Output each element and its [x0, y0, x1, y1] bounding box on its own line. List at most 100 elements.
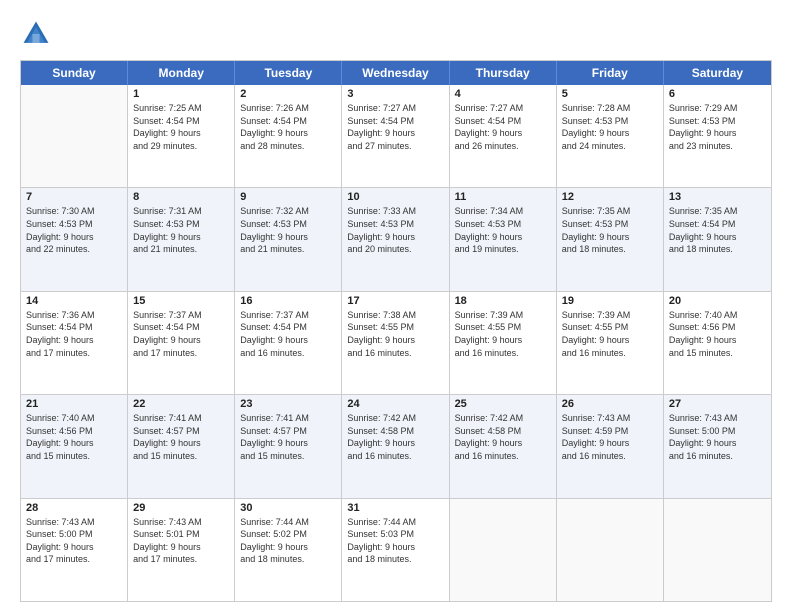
- day-info: Sunrise: 7:38 AM Sunset: 4:55 PM Dayligh…: [347, 309, 443, 359]
- day-number: 29: [133, 502, 229, 514]
- day-info: Sunrise: 7:32 AM Sunset: 4:53 PM Dayligh…: [240, 205, 336, 255]
- header-cell-thursday: Thursday: [450, 61, 557, 85]
- day-info: Sunrise: 7:26 AM Sunset: 4:54 PM Dayligh…: [240, 102, 336, 152]
- day-info: Sunrise: 7:40 AM Sunset: 4:56 PM Dayligh…: [669, 309, 766, 359]
- calendar-cell: 28 Sunrise: 7:43 AM Sunset: 5:00 PM Dayli…: [21, 499, 128, 601]
- calendar-cell: 15 Sunrise: 7:37 AM Sunset: 4:54 PM Dayli…: [128, 292, 235, 394]
- day-number: 31: [347, 502, 443, 514]
- day-info: Sunrise: 7:43 AM Sunset: 4:59 PM Dayligh…: [562, 412, 658, 462]
- day-info: Sunrise: 7:33 AM Sunset: 4:53 PM Dayligh…: [347, 205, 443, 255]
- day-info: Sunrise: 7:43 AM Sunset: 5:00 PM Dayligh…: [26, 516, 122, 566]
- calendar-cell: 5 Sunrise: 7:28 AM Sunset: 4:53 PM Daylig…: [557, 85, 664, 187]
- day-number: 10: [347, 191, 443, 203]
- logo-icon: [20, 18, 52, 50]
- calendar-cell: 30 Sunrise: 7:44 AM Sunset: 5:02 PM Dayli…: [235, 499, 342, 601]
- header-cell-tuesday: Tuesday: [235, 61, 342, 85]
- calendar-cell: 19 Sunrise: 7:39 AM Sunset: 4:55 PM Dayli…: [557, 292, 664, 394]
- day-info: Sunrise: 7:39 AM Sunset: 4:55 PM Dayligh…: [455, 309, 551, 359]
- calendar-cell: 4Sunrise: 7:27 AM Sunset: 4:54 PM Daylig…: [450, 85, 557, 187]
- day-info: Sunrise: 7:42 AM Sunset: 4:58 PM Dayligh…: [455, 412, 551, 462]
- day-number: 14: [26, 295, 122, 307]
- calendar-cell: [557, 499, 664, 601]
- header: [20, 18, 772, 50]
- day-number: 1: [133, 88, 229, 100]
- day-info: Sunrise: 7:43 AM Sunset: 5:01 PM Dayligh…: [133, 516, 229, 566]
- day-number: 15: [133, 295, 229, 307]
- calendar-cell: 26 Sunrise: 7:43 AM Sunset: 4:59 PM Dayli…: [557, 395, 664, 497]
- day-number: 22: [133, 398, 229, 410]
- calendar-cell: 8Sunrise: 7:31 AM Sunset: 4:53 PM Daylig…: [128, 188, 235, 290]
- day-number: 9: [240, 191, 336, 203]
- day-number: 3: [347, 88, 443, 100]
- day-info: Sunrise: 7:35 AM Sunset: 4:54 PM Dayligh…: [669, 205, 766, 255]
- calendar-row-1: 1 Sunrise: 7:25 AM Sunset: 4:54 PM Daylig…: [21, 85, 771, 188]
- calendar-cell: 23Sunrise: 7:41 AM Sunset: 4:57 PM Dayli…: [235, 395, 342, 497]
- day-info: Sunrise: 7:44 AM Sunset: 5:02 PM Dayligh…: [240, 516, 336, 566]
- day-info: Sunrise: 7:42 AM Sunset: 4:58 PM Dayligh…: [347, 412, 443, 462]
- day-number: 21: [26, 398, 122, 410]
- calendar-cell: 9 Sunrise: 7:32 AM Sunset: 4:53 PM Daylig…: [235, 188, 342, 290]
- calendar-body: 1 Sunrise: 7:25 AM Sunset: 4:54 PM Daylig…: [21, 85, 771, 601]
- day-number: 23: [240, 398, 336, 410]
- logo: [20, 18, 56, 50]
- calendar: SundayMondayTuesdayWednesdayThursdayFrid…: [20, 60, 772, 602]
- day-info: Sunrise: 7:36 AM Sunset: 4:54 PM Dayligh…: [26, 309, 122, 359]
- calendar-row-4: 21 Sunrise: 7:40 AM Sunset: 4:56 PM Dayli…: [21, 395, 771, 498]
- day-number: 28: [26, 502, 122, 514]
- day-number: 26: [562, 398, 658, 410]
- calendar-cell: 21 Sunrise: 7:40 AM Sunset: 4:56 PM Dayli…: [21, 395, 128, 497]
- day-number: 30: [240, 502, 336, 514]
- day-info: Sunrise: 7:29 AM Sunset: 4:53 PM Dayligh…: [669, 102, 766, 152]
- day-number: 13: [669, 191, 766, 203]
- calendar-header: SundayMondayTuesdayWednesdayThursdayFrid…: [21, 61, 771, 85]
- day-info: Sunrise: 7:40 AM Sunset: 4:56 PM Dayligh…: [26, 412, 122, 462]
- calendar-cell: 20Sunrise: 7:40 AM Sunset: 4:56 PM Dayli…: [664, 292, 771, 394]
- header-cell-wednesday: Wednesday: [342, 61, 449, 85]
- calendar-cell: 27Sunrise: 7:43 AM Sunset: 5:00 PM Dayli…: [664, 395, 771, 497]
- day-info: Sunrise: 7:37 AM Sunset: 4:54 PM Dayligh…: [240, 309, 336, 359]
- day-info: Sunrise: 7:39 AM Sunset: 4:55 PM Dayligh…: [562, 309, 658, 359]
- calendar-cell: 10 Sunrise: 7:33 AM Sunset: 4:53 PM Dayli…: [342, 188, 449, 290]
- calendar-cell: 16 Sunrise: 7:37 AM Sunset: 4:54 PM Dayli…: [235, 292, 342, 394]
- day-info: Sunrise: 7:37 AM Sunset: 4:54 PM Dayligh…: [133, 309, 229, 359]
- day-number: 19: [562, 295, 658, 307]
- day-number: 17: [347, 295, 443, 307]
- day-number: 2: [240, 88, 336, 100]
- calendar-cell: 24Sunrise: 7:42 AM Sunset: 4:58 PM Dayli…: [342, 395, 449, 497]
- calendar-cell: 6 Sunrise: 7:29 AM Sunset: 4:53 PM Daylig…: [664, 85, 771, 187]
- day-info: Sunrise: 7:28 AM Sunset: 4:53 PM Dayligh…: [562, 102, 658, 152]
- calendar-cell: 3Sunrise: 7:27 AM Sunset: 4:54 PM Daylig…: [342, 85, 449, 187]
- day-info: Sunrise: 7:30 AM Sunset: 4:53 PM Dayligh…: [26, 205, 122, 255]
- header-cell-friday: Friday: [557, 61, 664, 85]
- calendar-cell: 25 Sunrise: 7:42 AM Sunset: 4:58 PM Dayli…: [450, 395, 557, 497]
- calendar-row-2: 7 Sunrise: 7:30 AM Sunset: 4:53 PM Daylig…: [21, 188, 771, 291]
- day-number: 16: [240, 295, 336, 307]
- calendar-cell: 22 Sunrise: 7:41 AM Sunset: 4:57 PM Dayli…: [128, 395, 235, 497]
- day-number: 6: [669, 88, 766, 100]
- calendar-cell: 13 Sunrise: 7:35 AM Sunset: 4:54 PM Dayli…: [664, 188, 771, 290]
- day-info: Sunrise: 7:34 AM Sunset: 4:53 PM Dayligh…: [455, 205, 551, 255]
- day-number: 25: [455, 398, 551, 410]
- calendar-cell: 18 Sunrise: 7:39 AM Sunset: 4:55 PM Dayli…: [450, 292, 557, 394]
- calendar-cell: 29 Sunrise: 7:43 AM Sunset: 5:01 PM Dayli…: [128, 499, 235, 601]
- calendar-row-5: 28 Sunrise: 7:43 AM Sunset: 5:00 PM Dayli…: [21, 499, 771, 601]
- page: SundayMondayTuesdayWednesdayThursdayFrid…: [0, 0, 792, 612]
- calendar-cell: [21, 85, 128, 187]
- calendar-cell: 31 Sunrise: 7:44 AM Sunset: 5:03 PM Dayli…: [342, 499, 449, 601]
- day-info: Sunrise: 7:41 AM Sunset: 4:57 PM Dayligh…: [133, 412, 229, 462]
- day-number: 7: [26, 191, 122, 203]
- calendar-cell: 12 Sunrise: 7:35 AM Sunset: 4:53 PM Dayli…: [557, 188, 664, 290]
- calendar-cell: 11 Sunrise: 7:34 AM Sunset: 4:53 PM Dayli…: [450, 188, 557, 290]
- calendar-row-3: 14 Sunrise: 7:36 AM Sunset: 4:54 PM Dayli…: [21, 292, 771, 395]
- day-number: 5: [562, 88, 658, 100]
- header-cell-monday: Monday: [128, 61, 235, 85]
- day-info: Sunrise: 7:35 AM Sunset: 4:53 PM Dayligh…: [562, 205, 658, 255]
- day-number: 11: [455, 191, 551, 203]
- day-number: 4: [455, 88, 551, 100]
- day-info: Sunrise: 7:25 AM Sunset: 4:54 PM Dayligh…: [133, 102, 229, 152]
- calendar-cell: 14 Sunrise: 7:36 AM Sunset: 4:54 PM Dayli…: [21, 292, 128, 394]
- day-info: Sunrise: 7:44 AM Sunset: 5:03 PM Dayligh…: [347, 516, 443, 566]
- day-number: 12: [562, 191, 658, 203]
- calendar-cell: 7 Sunrise: 7:30 AM Sunset: 4:53 PM Daylig…: [21, 188, 128, 290]
- day-number: 18: [455, 295, 551, 307]
